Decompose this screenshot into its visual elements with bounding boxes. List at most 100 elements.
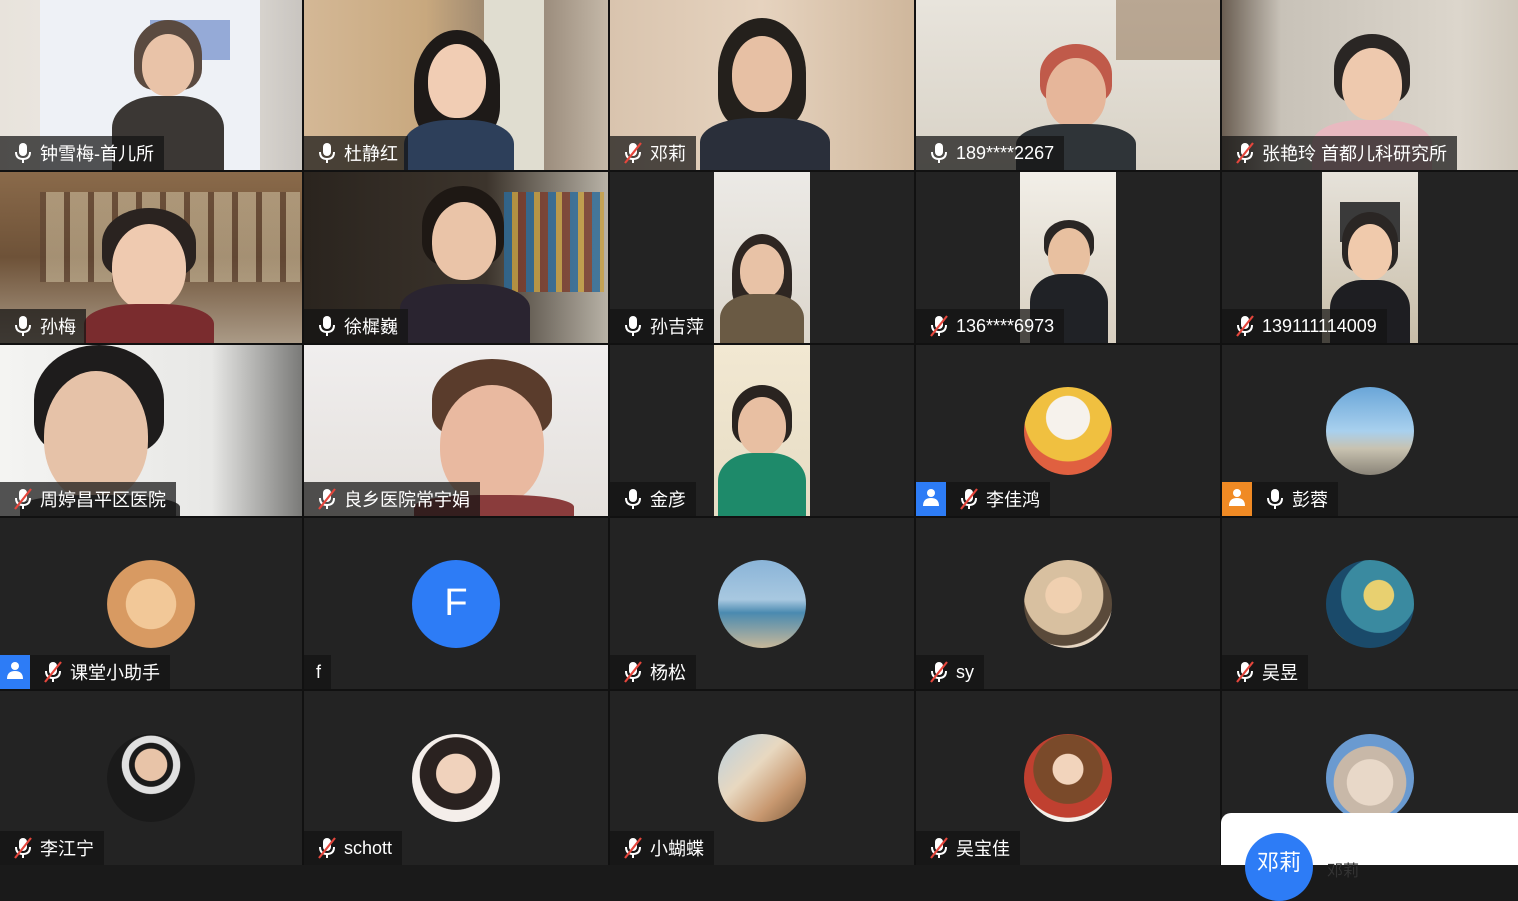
avatar	[107, 559, 195, 648]
participant-nameplate: 课堂小助手	[0, 655, 170, 689]
participant-tile[interactable]: 139111114009	[1222, 172, 1518, 343]
participant-tile[interactable]: 杜静红	[304, 0, 608, 170]
participant-nameplate: 彭蓉	[1222, 482, 1338, 516]
participant-tile[interactable]: schott	[304, 691, 608, 865]
participant-tile[interactable]: 189****2267	[916, 0, 1220, 170]
microphone-muted-icon[interactable]	[12, 487, 34, 511]
participant-tile[interactable]: F f	[304, 518, 608, 689]
participant-nameplate: 杜静红	[304, 136, 408, 170]
participant-nameplate: 良乡医院常宇娟	[304, 482, 480, 516]
avatar	[1024, 734, 1112, 822]
microphone-muted-icon[interactable]	[1234, 314, 1256, 338]
microphone-muted-icon[interactable]	[928, 836, 950, 860]
participant-name: 李江宁	[40, 839, 94, 859]
avatar	[412, 734, 500, 822]
participant-name: 周婷昌平区医院	[40, 490, 166, 510]
participant-name: 邓莉	[650, 144, 686, 164]
avatar	[1024, 559, 1112, 648]
microphone-muted-icon[interactable]	[316, 487, 338, 511]
participant-nameplate: 张艳玲 首都儿科研究所	[1222, 136, 1457, 170]
microphone-icon[interactable]	[316, 314, 338, 338]
microphone-muted-icon[interactable]	[928, 314, 950, 338]
microphone-muted-icon[interactable]	[1234, 141, 1256, 165]
avatar: F	[412, 559, 500, 648]
participant-tile[interactable]: 136****6973	[916, 172, 1220, 343]
microphone-muted-icon[interactable]	[1234, 660, 1256, 684]
participant-name: 孙梅	[40, 317, 76, 337]
microphone-icon[interactable]	[12, 141, 34, 165]
participant-tile[interactable]: 钟雪梅-首儿所	[0, 0, 302, 170]
participant-tile[interactable]: 杨松	[610, 518, 914, 689]
participant-name: 钟雪梅-首儿所	[40, 144, 154, 164]
participant-tile[interactable]: 邓莉	[610, 0, 914, 170]
participant-name: f	[316, 661, 322, 682]
participant-nameplate: sy	[916, 655, 984, 689]
participant-name: 139111114009	[1262, 315, 1377, 336]
participant-name: 孙吉萍	[650, 317, 704, 337]
participant-name: 张艳玲 首都儿科研究所	[1262, 144, 1447, 164]
microphone-muted-icon[interactable]	[928, 660, 950, 684]
microphone-muted-icon[interactable]	[622, 660, 644, 684]
participant-tile[interactable]: 孙梅	[0, 172, 302, 343]
avatar	[718, 559, 806, 648]
microphone-muted-icon[interactable]	[622, 836, 644, 860]
participant-tile[interactable]: 李佳鸿	[916, 345, 1220, 516]
microphone-muted-icon[interactable]	[622, 141, 644, 165]
participant-tile[interactable]: 彭蓉	[1222, 345, 1518, 516]
participant-nameplate: 邓莉	[610, 136, 696, 170]
microphone-muted-icon[interactable]	[958, 487, 980, 511]
avatar	[1326, 386, 1414, 475]
popup-participant-name: 邓莉	[1327, 863, 1360, 880]
participant-name: 杜静红	[344, 144, 398, 164]
microphone-icon[interactable]	[1264, 487, 1286, 511]
participant-nameplate: 189****2267	[916, 136, 1065, 170]
participant-name: 吴昱	[1262, 663, 1298, 683]
participant-tile[interactable]: 金彦	[610, 345, 914, 516]
participant-tile-active-speaker[interactable]: 徐樨巍	[304, 172, 608, 343]
participant-nameplate: 钟雪梅-首儿所	[0, 136, 164, 170]
participant-tile[interactable]: sy	[916, 518, 1220, 689]
user-icon	[6, 661, 24, 684]
participant-tile[interactable]: 小蝴蝶	[610, 691, 914, 865]
participant-name: 彭蓉	[1292, 490, 1328, 510]
participant-nameplate: 李佳鸿	[916, 482, 1050, 516]
participant-tile[interactable]: 张艳玲 首都儿科研究所	[1222, 0, 1518, 170]
participant-nameplate: 孙吉萍	[610, 309, 714, 343]
participant-tile[interactable]: 周婷昌平区医院	[0, 345, 302, 516]
participant-tile[interactable]: 良乡医院常宇娟	[304, 345, 608, 516]
participant-tile[interactable]: 孙吉萍	[610, 172, 914, 343]
avatar	[107, 734, 195, 822]
participant-nameplate: 杨松	[610, 655, 696, 689]
avatar	[718, 734, 806, 822]
participant-popup[interactable]: 邓莉 邓莉	[1221, 813, 1518, 901]
participant-name: 189****2267	[956, 142, 1055, 163]
participant-name: 金彦	[650, 490, 686, 510]
participant-nameplate: 小蝴蝶	[610, 831, 714, 865]
participant-nameplate: 徐樨巍	[304, 309, 408, 343]
avatar	[1024, 386, 1112, 475]
microphone-icon[interactable]	[12, 314, 34, 338]
participant-nameplate: 吴宝佳	[916, 831, 1020, 865]
participant-name: 良乡医院常宇娟	[344, 490, 470, 510]
microphone-icon[interactable]	[622, 487, 644, 511]
participant-nameplate: 139111114009	[1222, 309, 1387, 343]
microphone-muted-icon[interactable]	[12, 836, 34, 860]
participant-tile[interactable]: 吴宝佳	[916, 691, 1220, 865]
participant-name: sy	[956, 661, 974, 682]
participant-nameplate: 吴昱	[1222, 655, 1308, 689]
host-badge	[1222, 482, 1252, 516]
host-badge	[0, 655, 30, 689]
participant-nameplate: 金彦	[610, 482, 696, 516]
microphone-muted-icon[interactable]	[42, 660, 64, 684]
participant-tile[interactable]: 吴昱	[1222, 518, 1518, 689]
participant-tile[interactable]: 课堂小助手	[0, 518, 302, 689]
participant-tile[interactable]: 李江宁	[0, 691, 302, 865]
participant-nameplate: schott	[304, 831, 403, 865]
microphone-icon[interactable]	[622, 314, 644, 338]
avatar	[1326, 734, 1414, 822]
avatar	[1326, 559, 1414, 648]
microphone-icon[interactable]	[928, 141, 950, 165]
microphone-icon[interactable]	[316, 141, 338, 165]
video-grid: 钟雪梅-首儿所 杜静红 邓莉 189****2267 张艳玲 首都儿科研究所 孙…	[0, 0, 1518, 865]
microphone-muted-icon[interactable]	[316, 836, 338, 860]
